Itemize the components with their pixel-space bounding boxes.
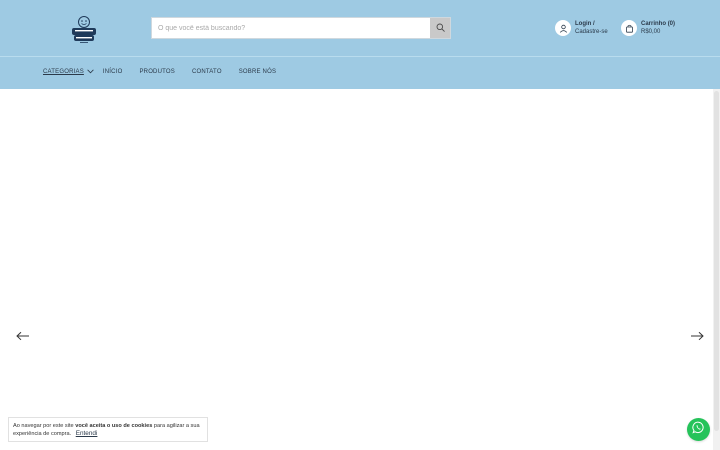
cart-count: (0) (667, 21, 676, 27)
carousel-prev-button[interactable] (16, 328, 30, 341)
cart-label: Carrinho (641, 21, 667, 27)
nav-item-contato[interactable]: CONTATO (192, 69, 222, 75)
cookie-text-bold: você aceita o uso de cookies (75, 423, 153, 429)
nav-item-produtos[interactable]: PRODUTOS (139, 69, 175, 75)
nav-label: CATEGORIAS (43, 69, 84, 75)
register-label: Cadastre-se (575, 29, 608, 35)
user-icon (555, 20, 571, 36)
nav-item-inicio[interactable]: INÍCIO (103, 69, 123, 75)
cresci-logo-icon[interactable] (70, 14, 98, 44)
whatsapp-button[interactable] (687, 418, 710, 441)
bag-icon (621, 20, 637, 36)
search-icon (436, 19, 445, 37)
scrollbar-thumb[interactable] (714, 91, 719, 431)
nav-item-categorias[interactable]: CATEGORIAS (43, 69, 94, 76)
search-button[interactable] (430, 18, 450, 38)
search-input[interactable] (152, 18, 432, 38)
arrow-left-icon (16, 328, 30, 345)
search-box (151, 17, 451, 39)
header-divider (0, 56, 720, 57)
nav-label: CONTATO (191, 69, 222, 75)
nav-label: PRODUTOS (139, 69, 175, 75)
login-link[interactable]: Login / Cadastre-se (555, 19, 608, 37)
nav-label: INÍCIO (102, 69, 123, 75)
login-label: Login / (575, 21, 595, 27)
whatsapp-icon (692, 421, 705, 439)
main-nav: CATEGORIAS INÍCIO PRODUTOS CONTATO SOBRE… (43, 67, 276, 77)
site-header: Login / Cadastre-se Carrinho (0) R$0,00 … (0, 0, 720, 89)
cart-total: R$0,00 (641, 29, 661, 35)
cookie-accept-button[interactable]: Entendi (76, 430, 98, 437)
carousel-next-button[interactable] (690, 328, 704, 341)
cart-link[interactable]: Carrinho (0) R$0,00 (621, 19, 675, 37)
cookie-text-before: Ao navegar por este site (13, 423, 76, 429)
cookie-banner: Ao navegar por este site você aceita o u… (8, 417, 208, 442)
page-scrollbar[interactable] (713, 89, 720, 450)
nav-label: SOBRE NÓS (238, 69, 277, 75)
nav-item-sobre-nos[interactable]: SOBRE NÓS (239, 69, 276, 75)
chevron-down-icon (87, 69, 94, 76)
arrow-right-icon (690, 328, 704, 345)
